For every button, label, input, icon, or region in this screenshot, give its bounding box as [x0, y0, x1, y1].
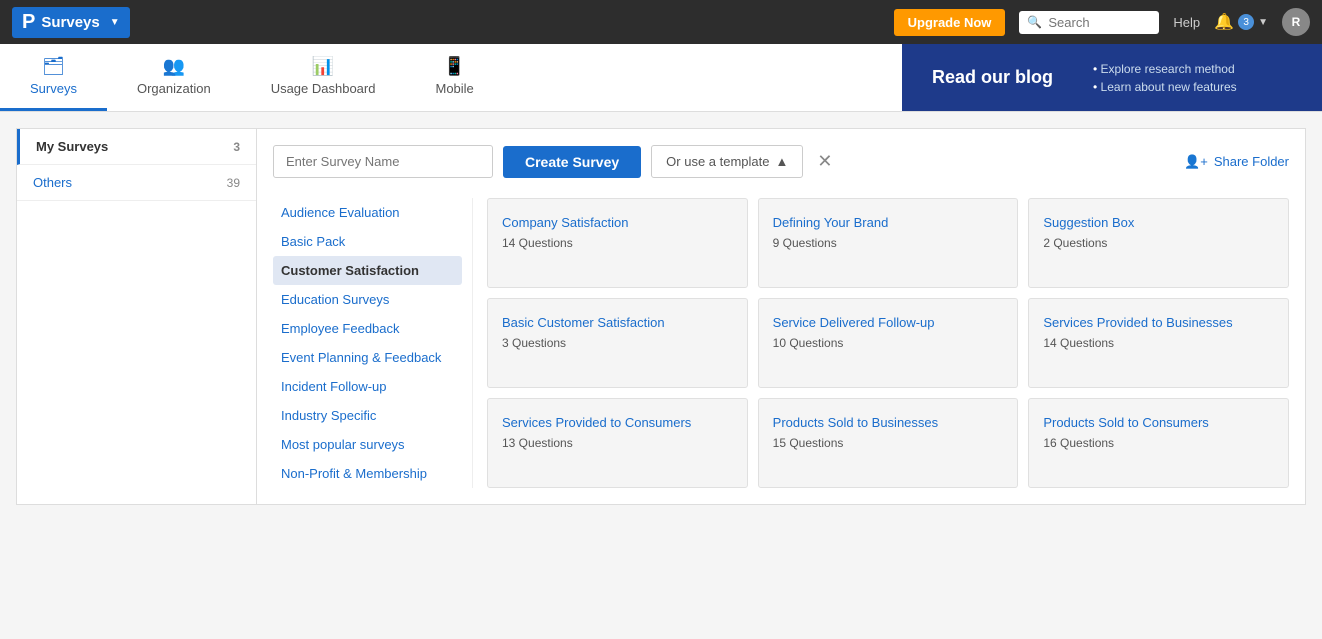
template-title-5: Services Provided to Businesses: [1043, 315, 1274, 330]
tab-dashboard-label: Usage Dashboard: [271, 81, 376, 96]
blog-title: Read our blog: [932, 67, 1053, 88]
top-navigation: P Surveys ▼ Upgrade Now 🔍 Help 🔔 3 ▼ R: [0, 0, 1322, 44]
logo-letter: P: [22, 11, 35, 34]
sidebar-others[interactable]: Others 39: [17, 165, 256, 201]
template-title-4: Service Delivered Follow-up: [773, 315, 1004, 330]
category-item-education-surveys[interactable]: Education Surveys: [273, 285, 462, 314]
category-item-basic-pack[interactable]: Basic Pack: [273, 227, 462, 256]
blog-bullets: Explore research method Learn about new …: [1093, 62, 1237, 94]
bell-icon: 🔔: [1214, 12, 1234, 32]
brand-name: Surveys: [41, 14, 99, 31]
search-icon: 🔍: [1027, 15, 1042, 29]
template-card-basic-customer-satisfaction[interactable]: Basic Customer Satisfaction 3 Questions: [487, 298, 748, 388]
brand-logo[interactable]: P Surveys ▼: [12, 7, 130, 38]
share-folder-label: Share Folder: [1214, 154, 1289, 169]
mobile-tab-icon: 📱: [443, 56, 465, 77]
template-card-services-provided-consumers[interactable]: Services Provided to Consumers 13 Questi…: [487, 398, 748, 488]
create-row: Create Survey Or use a template ▲ ✕ 👤+ S…: [273, 145, 1289, 178]
use-template-button[interactable]: Or use a template ▲: [651, 145, 803, 178]
templates-grid: Company Satisfaction 14 Questions Defini…: [473, 198, 1289, 488]
blog-bullet-1: Explore research method: [1093, 62, 1237, 76]
notif-dropdown-arrow[interactable]: ▼: [1258, 17, 1268, 28]
category-item-most-popular[interactable]: Most popular surveys: [273, 430, 462, 459]
template-card-company-satisfaction[interactable]: Company Satisfaction 14 Questions: [487, 198, 748, 288]
share-folder-icon: 👤+: [1184, 154, 1208, 170]
template-title-2: Suggestion Box: [1043, 215, 1274, 230]
others-count: 39: [227, 176, 240, 190]
template-btn-label: Or use a template: [666, 154, 769, 169]
create-row-left: Create Survey Or use a template ▲ ✕: [273, 145, 836, 178]
top-nav-left: P Surveys ▼: [12, 7, 130, 38]
my-surveys-count: 3: [233, 140, 240, 154]
template-title-6: Services Provided to Consumers: [502, 415, 733, 430]
right-panel: Create Survey Or use a template ▲ ✕ 👤+ S…: [256, 128, 1306, 505]
tab-mobile[interactable]: 📱 Mobile: [405, 44, 503, 111]
category-list: Audience Evaluation Basic Pack Customer …: [273, 198, 473, 488]
template-card-defining-your-brand[interactable]: Defining Your Brand 9 Questions: [758, 198, 1019, 288]
close-button[interactable]: ✕: [813, 147, 836, 176]
template-card-service-delivered-followup[interactable]: Service Delivered Follow-up 10 Questions: [758, 298, 1019, 388]
template-count-3: 3 Questions: [502, 336, 733, 350]
sidebar: My Surveys 3 Others 39: [16, 128, 256, 505]
main-content: My Surveys 3 Others 39 Create Survey Or …: [0, 112, 1322, 521]
template-card-products-sold-consumers[interactable]: Products Sold to Consumers 16 Questions: [1028, 398, 1289, 488]
template-title-3: Basic Customer Satisfaction: [502, 315, 733, 330]
template-count-2: 2 Questions: [1043, 236, 1274, 250]
category-item-audience-evaluation[interactable]: Audience Evaluation: [273, 198, 462, 227]
my-surveys-label: My Surveys: [36, 139, 108, 154]
template-count-7: 15 Questions: [773, 436, 1004, 450]
template-count-8: 16 Questions: [1043, 436, 1274, 450]
tab-mobile-label: Mobile: [435, 81, 473, 96]
create-survey-button[interactable]: Create Survey: [503, 146, 641, 178]
notification-badge: 3: [1238, 14, 1254, 30]
tab-usage-dashboard[interactable]: 📊 Usage Dashboard: [241, 44, 406, 111]
dashboard-tab-icon: 📊: [312, 56, 334, 77]
search-box: 🔍: [1019, 11, 1159, 34]
user-avatar[interactable]: R: [1282, 8, 1310, 36]
notification-area[interactable]: 🔔 3 ▼: [1214, 12, 1268, 32]
category-item-industry-specific[interactable]: Industry Specific: [273, 401, 462, 430]
category-item-customer-satisfaction[interactable]: Customer Satisfaction: [273, 256, 462, 285]
share-folder-button[interactable]: 👤+ Share Folder: [1184, 154, 1289, 170]
upgrade-button[interactable]: Upgrade Now: [894, 9, 1006, 36]
template-card-services-provided-businesses[interactable]: Services Provided to Businesses 14 Quest…: [1028, 298, 1289, 388]
template-count-6: 13 Questions: [502, 436, 733, 450]
blog-banner[interactable]: Read our blog Explore research method Le…: [902, 44, 1322, 111]
survey-name-input[interactable]: [273, 145, 493, 178]
blog-bullet-2: Learn about new features: [1093, 80, 1237, 94]
sidebar-my-surveys[interactable]: My Surveys 3: [17, 129, 256, 165]
tab-organization[interactable]: 👥 Organization: [107, 44, 241, 111]
template-title-8: Products Sold to Consumers: [1043, 415, 1274, 430]
template-count-1: 9 Questions: [773, 236, 1004, 250]
template-btn-arrow: ▲: [776, 154, 789, 169]
tab-surveys[interactable]: 🗂 Surveys: [0, 44, 107, 111]
template-title-7: Products Sold to Businesses: [773, 415, 1004, 430]
template-area: Audience Evaluation Basic Pack Customer …: [273, 198, 1289, 488]
template-count-4: 10 Questions: [773, 336, 1004, 350]
organization-tab-icon: 👥: [163, 56, 185, 77]
tab-surveys-label: Surveys: [30, 81, 77, 96]
template-title-0: Company Satisfaction: [502, 215, 733, 230]
template-card-suggestion-box[interactable]: Suggestion Box 2 Questions: [1028, 198, 1289, 288]
tab-organization-label: Organization: [137, 81, 211, 96]
category-item-nonprofit[interactable]: Non-Profit & Membership: [273, 459, 462, 488]
brand-dropdown-arrow[interactable]: ▼: [110, 17, 120, 28]
template-title-1: Defining Your Brand: [773, 215, 1004, 230]
nav-tabs: 🗂 Surveys 👥 Organization 📊 Usage Dashboa…: [0, 44, 902, 111]
template-count-0: 14 Questions: [502, 236, 733, 250]
others-label: Others: [33, 175, 72, 190]
template-card-products-sold-businesses[interactable]: Products Sold to Businesses 15 Questions: [758, 398, 1019, 488]
secondary-navigation: 🗂 Surveys 👥 Organization 📊 Usage Dashboa…: [0, 44, 1322, 112]
category-item-incident-followup[interactable]: Incident Follow-up: [273, 372, 462, 401]
help-link[interactable]: Help: [1173, 15, 1200, 30]
template-count-5: 14 Questions: [1043, 336, 1274, 350]
top-nav-right: Upgrade Now 🔍 Help 🔔 3 ▼ R: [894, 8, 1310, 36]
search-input[interactable]: [1048, 15, 1148, 30]
surveys-tab-icon: 🗂: [42, 56, 65, 77]
category-item-event-planning[interactable]: Event Planning & Feedback: [273, 343, 462, 372]
category-item-employee-feedback[interactable]: Employee Feedback: [273, 314, 462, 343]
